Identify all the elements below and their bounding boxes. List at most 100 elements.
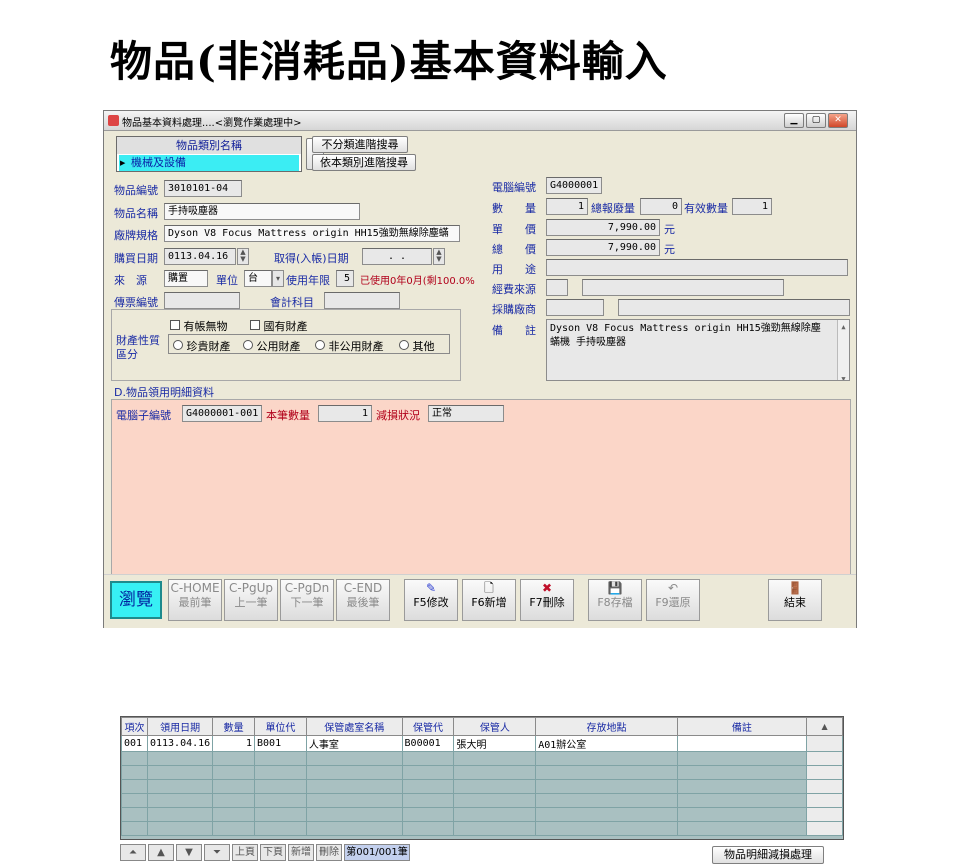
app-window: 物品基本資料處理....<瀏覽作業處理中> ▁ ▢ ✕ 物品類別名稱 機械及設備…	[103, 110, 857, 864]
use-field[interactable]	[546, 259, 848, 276]
save-label: F8存檔	[597, 596, 633, 609]
delete-button[interactable]: ✖ F7刪除	[520, 579, 574, 621]
cell-seq: 001	[121, 735, 148, 752]
grid-scroll-up-icon[interactable]: ▲	[806, 717, 843, 736]
vendor-code-field[interactable]	[546, 299, 604, 316]
col-header-seq[interactable]: 項次	[121, 717, 148, 736]
unit-select[interactable]: 台	[244, 270, 272, 287]
cell-dept: 人事室	[305, 735, 403, 752]
item-no-field[interactable]: 3010101-04	[164, 180, 242, 197]
acquire-date-field[interactable]: . .	[362, 248, 432, 265]
pgdn-label: 下一筆	[290, 596, 324, 609]
acquire-date-spinner[interactable]: ▲ ▼	[433, 248, 445, 265]
cell-keeper: 張大明	[453, 735, 537, 752]
loss-status-label: 減損狀況	[376, 409, 420, 422]
fund-code-field[interactable]	[546, 279, 568, 296]
add-row-button[interactable]: 新增	[288, 844, 314, 861]
col-header-unit-code[interactable]: 單位代	[254, 717, 307, 736]
radio-non-public[interactable]: 非公用財產	[315, 338, 384, 354]
remark-textarea[interactable]: Dyson V8 Focus Mattress origin HH15強勁無線除…	[546, 319, 850, 381]
vendor-name-field	[618, 299, 850, 316]
check-no-item-label: 有帳無物	[183, 320, 228, 333]
maximize-icon[interactable]: ▢	[806, 113, 826, 128]
category-list[interactable]: 物品類別名稱 機械及設備 ▶	[116, 136, 302, 172]
used-note: 已使用0年0月(剩100.0%	[360, 276, 475, 287]
col-header-dept[interactable]: 保管處室名稱	[305, 717, 403, 736]
item-no-label: 物品編號	[114, 184, 158, 197]
account-field[interactable]	[324, 292, 400, 309]
prev-record-button[interactable]: C-PgUp 上一筆	[224, 579, 278, 621]
up-arrow-icon[interactable]: ▲	[148, 844, 174, 861]
no-category-search-button[interactable]: 不分類進階搜尋	[312, 136, 408, 153]
save-button[interactable]: 💾 F8存檔	[588, 579, 642, 621]
remark-line-2: 蟎機 手持吸塵器	[550, 337, 627, 348]
home-key-label: C-HOME	[170, 581, 220, 595]
new-label: F6新增	[471, 596, 507, 609]
fund-label: 經費來源	[492, 283, 536, 296]
purchase-date-spinner[interactable]: ▲ ▼	[237, 248, 249, 265]
check-national[interactable]: 國有財產	[250, 318, 308, 334]
vendor-label: 採購廠商	[492, 303, 536, 316]
col-header-location[interactable]: 存放地點	[535, 717, 678, 736]
first-record-button[interactable]: C-HOME 最前筆	[168, 579, 222, 621]
home-label: 最前筆	[178, 596, 212, 609]
edit-button[interactable]: ✎ F5修改	[404, 579, 458, 621]
life-field[interactable]: 5	[336, 270, 354, 287]
last-record-button[interactable]: C-END 最後筆	[336, 579, 390, 621]
brand-label: 廠牌規格	[114, 229, 158, 242]
valid-field: 1	[732, 198, 772, 215]
cell-qty: 1	[212, 735, 256, 752]
brand-field[interactable]: Dyson V8 Focus Mattress origin HH15強勁無線除…	[164, 225, 460, 242]
check-national-label: 國有財產	[263, 320, 308, 333]
end-label: 最後筆	[346, 596, 380, 609]
grid-scrollbar[interactable]	[806, 735, 843, 752]
radio-precious[interactable]: 珍貴財產	[173, 338, 231, 354]
category-search-button[interactable]: 依本類別進階搜尋	[312, 154, 416, 171]
item-name-field[interactable]: 手持吸塵器	[164, 203, 360, 220]
col-header-remark[interactable]: 備註	[676, 717, 808, 736]
category-selected-item[interactable]: 機械及設備	[119, 155, 299, 171]
source-field[interactable]: 購置	[164, 270, 208, 287]
down-arrow-icon[interactable]: ▼	[176, 844, 202, 861]
save-icon: 💾	[607, 581, 623, 595]
category-header: 物品類別名稱	[117, 137, 301, 154]
unit-dropdown-icon[interactable]: ▾	[272, 270, 284, 287]
pc-no-label: 電腦編號	[492, 181, 536, 194]
purchase-date-field[interactable]: 0113.04.16	[164, 248, 236, 265]
pc-sub-label: 電腦子編號	[116, 409, 171, 422]
this-qty-field[interactable]: 1	[318, 405, 372, 422]
prev-page-button[interactable]: 上頁	[232, 844, 258, 861]
new-button[interactable]: 🗋 F6新增	[462, 579, 516, 621]
table-row[interactable]: 001 0113.04.16 1 B001 人事室 B00001 張大明 A01…	[121, 735, 843, 752]
detail-section-title: D.物品領用明細資料	[114, 386, 214, 399]
col-header-keeper[interactable]: 保管人	[453, 717, 537, 736]
loss-field: 0	[640, 198, 682, 215]
close-icon[interactable]: ✕	[828, 113, 848, 128]
fund-name-field	[582, 279, 784, 296]
voucher-field[interactable]	[164, 292, 240, 309]
col-header-date[interactable]: 領用日期	[146, 717, 214, 736]
col-header-qty[interactable]: 數量	[212, 717, 256, 736]
qty-field[interactable]: 1	[546, 198, 588, 215]
empty-row	[121, 751, 843, 766]
col-header-keeper-code[interactable]: 保管代	[401, 717, 455, 736]
last-record-icon[interactable]: ⏷	[204, 844, 230, 861]
exit-button[interactable]: 🚪 結束	[768, 579, 822, 621]
empty-row	[121, 793, 843, 808]
price-field[interactable]: 7,990.00	[546, 219, 660, 236]
next-record-button[interactable]: C-PgDn 下一筆	[280, 579, 334, 621]
remark-label: 備 註	[492, 324, 536, 337]
qty-label: 數 量	[492, 202, 536, 215]
detail-grid[interactable]: 項次 領用日期 數量 單位代 保管處室名稱 保管代 保管人 存放地點 備註 ▲	[120, 716, 844, 840]
first-record-icon[interactable]: ⏶	[120, 844, 146, 861]
remark-scrollbar[interactable]: ▲ ▼	[837, 320, 849, 380]
delete-row-button[interactable]: 刪除	[316, 844, 342, 861]
undo-button[interactable]: ↶ F9還原	[646, 579, 700, 621]
radio-other[interactable]: 其他	[399, 338, 435, 354]
record-indicator: 第001/001筆	[344, 844, 410, 861]
check-no-item[interactable]: 有帳無物	[170, 318, 228, 334]
loss-process-button[interactable]: 物品明細減損處理	[712, 846, 824, 864]
radio-public[interactable]: 公用財產	[243, 338, 301, 354]
next-page-button[interactable]: 下頁	[260, 844, 286, 861]
minimize-icon[interactable]: ▁	[784, 113, 804, 128]
